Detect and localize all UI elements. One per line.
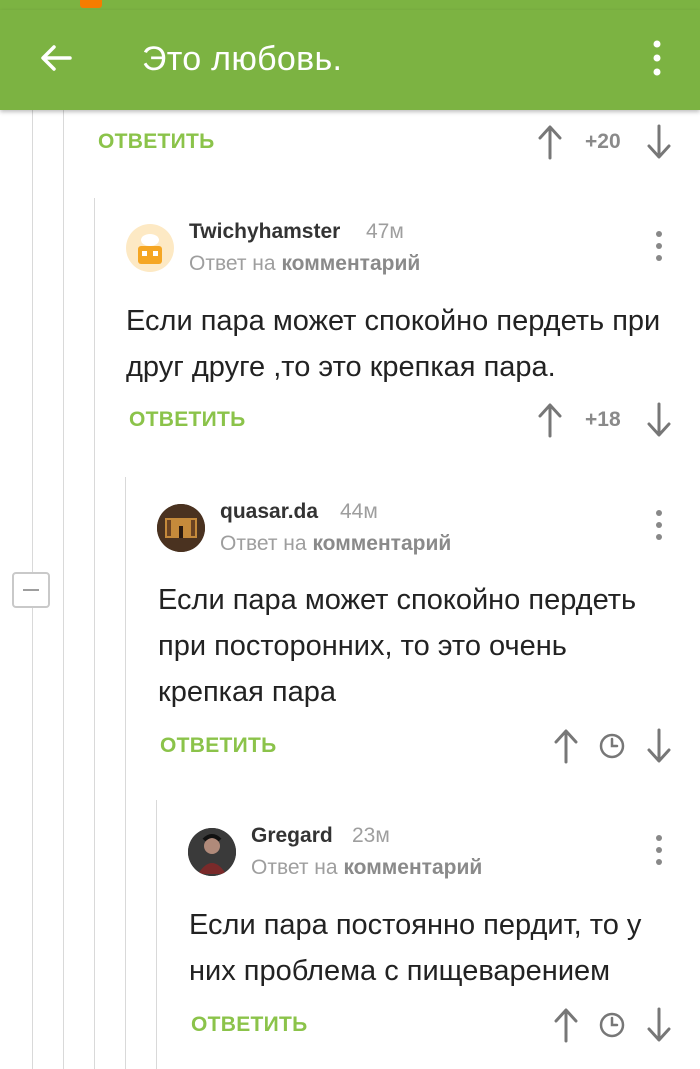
reply-to-line: Ответ на комментарий: [220, 532, 452, 555]
comment-body: Если пара может спокойно пердеть при дру…: [126, 305, 661, 383]
avatar[interactable]: [188, 828, 236, 876]
comment-menu-icon[interactable]: [649, 509, 669, 543]
comment-author[interactable]: Twichyhamster: [189, 220, 340, 244]
clock-icon: [599, 1012, 625, 1038]
avatar[interactable]: [157, 504, 205, 552]
reply-to-link[interactable]: комментарий: [312, 532, 451, 555]
reply-button[interactable]: ОТВЕТИТЬ: [129, 408, 246, 432]
comment-actions: ОТВЕТИТЬ: [0, 724, 700, 768]
comment-body: Если пара может спокойно пердеть при пос…: [158, 584, 637, 708]
downvote-icon[interactable]: [646, 402, 672, 438]
comment-author[interactable]: Gregard: [251, 824, 333, 848]
avatar[interactable]: [126, 224, 174, 272]
status-bar: [0, 0, 700, 10]
thread-line: [125, 477, 126, 1069]
comment-author[interactable]: quasar.da: [220, 500, 318, 524]
downvote-icon[interactable]: [646, 728, 672, 764]
comment-score: +20: [585, 130, 621, 153]
reply-button[interactable]: ОТВЕТИТЬ: [191, 1013, 308, 1037]
comment-time: 23м: [352, 824, 390, 847]
reply-button[interactable]: ОТВЕТИТЬ: [98, 130, 215, 154]
reply-to-link[interactable]: комментарий: [281, 252, 420, 275]
thread-line: [94, 198, 95, 1069]
comment-menu-icon[interactable]: [649, 834, 669, 868]
comment-menu-icon[interactable]: [649, 230, 669, 264]
back-arrow-icon[interactable]: [36, 38, 76, 78]
comment-body: Если пара постоянно пердит, то у них про…: [189, 909, 642, 987]
app-bar: Это любовь.: [0, 10, 700, 110]
comment-actions: ОТВЕТИТЬ: [0, 1003, 700, 1047]
clock-icon: [599, 733, 625, 759]
reply-to-line: Ответ на комментарий: [189, 252, 421, 275]
thread-line: [63, 110, 64, 1069]
page-title: Это любовь.: [142, 40, 343, 78]
upvote-icon[interactable]: [553, 1007, 579, 1043]
reply-button[interactable]: ОТВЕТИТЬ: [160, 734, 277, 758]
collapse-thread-button[interactable]: [12, 572, 50, 608]
comment-time: 44м: [340, 500, 378, 523]
comment-actions: ОТВЕТИТЬ +18: [0, 398, 700, 442]
comment-score: +18: [585, 408, 621, 431]
notification-icon: [80, 0, 102, 8]
comment-time: 47м: [366, 220, 404, 243]
more-vert-icon[interactable]: [640, 38, 674, 78]
reply-to-line: Ответ на комментарий: [251, 856, 483, 879]
upvote-icon[interactable]: [553, 728, 579, 764]
downvote-icon[interactable]: [646, 124, 672, 160]
upvote-icon[interactable]: [537, 124, 563, 160]
comment-actions: ОТВЕТИТЬ +20: [0, 120, 700, 164]
reply-to-link[interactable]: комментарий: [343, 856, 482, 879]
upvote-icon[interactable]: [537, 402, 563, 438]
downvote-icon[interactable]: [646, 1007, 672, 1043]
